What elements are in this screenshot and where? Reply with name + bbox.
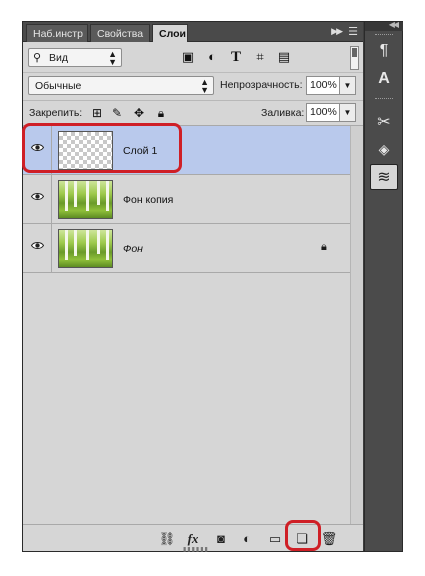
- new-adjustment-icon[interactable]: ◐: [238, 530, 256, 548]
- opacity-label: Непрозрачность:: [220, 79, 303, 91]
- eye-icon: [31, 193, 44, 200]
- layers-list: Слой 1 Фон копия Фон 🔒︎: [23, 126, 350, 524]
- search-icon: ⚲: [33, 52, 42, 64]
- 3d-icon[interactable]: ◈: [370, 136, 398, 162]
- layer-row[interactable]: Фон 🔒︎: [23, 224, 350, 273]
- tools-icon[interactable]: ✂: [370, 110, 398, 136]
- opacity-field[interactable]: 100%: [306, 76, 340, 95]
- fill-field[interactable]: 100%: [306, 103, 340, 122]
- image-filter-icon[interactable]: ▣: [180, 49, 196, 65]
- panel-tabbar: Наб.инстр Свойства Слои ▶▶ ☰: [23, 22, 363, 42]
- visibility-toggle[interactable]: [23, 175, 52, 223]
- shape-filter-icon[interactable]: ⌗: [252, 49, 268, 65]
- add-mask-icon[interactable]: ◙: [212, 530, 230, 548]
- fill-dropdown-icon[interactable]: ▼: [340, 103, 356, 122]
- filter-toggle[interactable]: [350, 46, 359, 70]
- new-group-icon[interactable]: ▭: [266, 530, 284, 548]
- lock-label: Закрепить:: [29, 107, 83, 119]
- dock-header: ◀◀: [365, 20, 403, 31]
- adjustment-filter-icon[interactable]: ◐: [204, 49, 220, 65]
- tab-properties[interactable]: Свойства: [90, 24, 150, 42]
- fill-label: Заливка:: [261, 107, 305, 119]
- dock-grip[interactable]: [375, 34, 393, 36]
- layers-panel: Наб.инстр Свойства Слои ▶▶ ☰ ⚲ Вид ▲ ▼ ▣ …: [23, 22, 363, 553]
- blend-toolbar: Обычные ▲ ▼ Непрозрачность: 100% ▼: [23, 73, 363, 99]
- layer-thumbnail: [58, 229, 113, 268]
- toggle-knob: [352, 48, 357, 57]
- layer-thumbnail: [58, 180, 113, 219]
- visibility-toggle[interactable]: [23, 224, 52, 272]
- layer-name[interactable]: Фон: [123, 243, 143, 255]
- layer-name[interactable]: Фон копия: [123, 194, 173, 206]
- lock-pixels-brush-icon[interactable]: ✎: [110, 106, 124, 120]
- highlight-new-layer-row: [22, 123, 182, 173]
- layers-icon[interactable]: ≋: [370, 164, 398, 190]
- lock-all-icon[interactable]: 🔒︎: [154, 106, 168, 120]
- delete-layer-icon[interactable]: 🗑︎: [320, 530, 338, 548]
- layers-scrollbar[interactable]: [350, 126, 363, 524]
- collapse-icon[interactable]: ▶▶: [331, 26, 343, 37]
- photoshop-window: Наб.инстр Свойства Слои ▶▶ ☰ ⚲ Вид ▲ ▼ ▣ …: [22, 20, 403, 553]
- right-dock: ◀◀ ¶ A ✂ ◈ ≋: [364, 20, 403, 551]
- lock-transparent-icon[interactable]: ⊞: [90, 106, 104, 120]
- paragraph-style-icon[interactable]: ¶: [370, 38, 398, 64]
- spin-arrows-icon: ▲ ▼: [200, 77, 209, 95]
- type-filter-icon[interactable]: T: [228, 49, 244, 65]
- blend-mode-value: Обычные: [35, 80, 82, 92]
- eye-icon: [31, 242, 44, 249]
- lock-position-icon[interactable]: ✥: [132, 106, 146, 120]
- collapse-dock-icon[interactable]: ◀◀: [389, 20, 399, 29]
- resize-grip[interactable]: ▮▮▮▮▮▮: [183, 546, 209, 553]
- spin-arrows-icon: ▲ ▼: [108, 49, 117, 67]
- link-layers-icon[interactable]: ⛓: [158, 530, 176, 548]
- kind-filter-label: Вид: [49, 52, 68, 64]
- blend-mode-select[interactable]: Обычные ▲ ▼: [28, 76, 214, 95]
- smart-object-filter-icon[interactable]: ▤: [276, 49, 292, 65]
- kind-filter-select[interactable]: ⚲ Вид ▲ ▼: [28, 48, 122, 67]
- filter-toolbar: ⚲ Вид ▲ ▼ ▣ ◐ T ⌗ ▤: [23, 43, 363, 73]
- tab-tools[interactable]: Наб.инстр: [26, 24, 88, 42]
- opacity-dropdown-icon[interactable]: ▼: [340, 76, 356, 95]
- layer-row[interactable]: Фон копия: [23, 175, 350, 224]
- highlight-new-layer-button: [285, 520, 321, 551]
- toolbar-divider: [23, 100, 363, 101]
- lock-icon: 🔒︎: [321, 241, 327, 253]
- dock-grip[interactable]: [375, 98, 393, 100]
- panel-menu-icon[interactable]: ☰: [348, 25, 358, 38]
- tab-layers[interactable]: Слои: [152, 24, 188, 42]
- character-style-icon[interactable]: A: [370, 66, 398, 92]
